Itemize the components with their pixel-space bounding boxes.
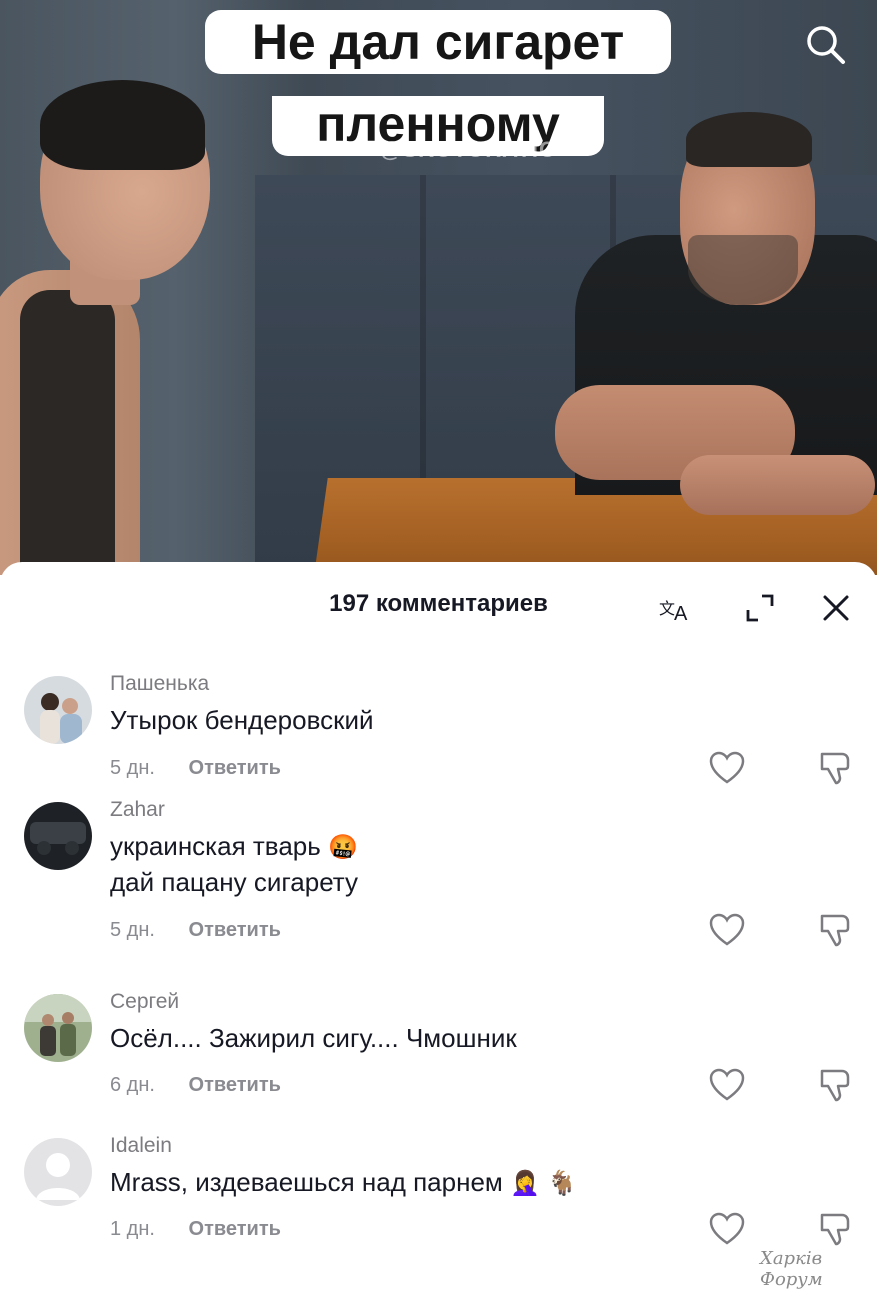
person-left-tanktop	[20, 290, 115, 575]
like-icon[interactable]	[708, 750, 746, 786]
comment-date: 6 дн.	[110, 1074, 155, 1096]
angry-emoji-icon: 🤬	[328, 834, 358, 861]
person-right-beard	[688, 235, 798, 305]
comment-text-line2: дай пацану сигарету	[110, 867, 359, 897]
reply-button[interactable]: Ответить	[189, 1074, 281, 1097]
expand-button[interactable]	[742, 590, 778, 626]
like-icon[interactable]	[708, 1211, 746, 1247]
comment-text-body: Mrass, издеваешься над парнем	[110, 1167, 503, 1197]
comment-text-line1: украинская тварь	[110, 831, 321, 861]
person-left-hair	[40, 80, 205, 170]
avatar[interactable]	[24, 1138, 92, 1206]
close-button[interactable]	[818, 590, 854, 626]
reply-button[interactable]: Ответить	[189, 1218, 281, 1241]
comment-meta: 5 дн. Ответить	[110, 757, 281, 780]
reply-button[interactable]: Ответить	[189, 757, 281, 780]
comment-date: 5 дн.	[110, 919, 155, 941]
like-icon[interactable]	[708, 1067, 746, 1103]
svg-text:A: A	[674, 603, 688, 625]
translate-icon: 文 A	[659, 599, 688, 625]
reply-button[interactable]: Ответить	[189, 919, 281, 942]
comment-username[interactable]: Пашенька	[110, 672, 209, 696]
facepalm-emoji-icon: 🤦‍♀️	[510, 1170, 540, 1197]
person-right-forearm	[680, 455, 875, 515]
like-icon[interactable]	[708, 912, 746, 948]
expand-icon	[746, 594, 774, 622]
search-button[interactable]	[800, 20, 850, 70]
dislike-icon[interactable]	[816, 750, 854, 786]
caption-line-1: Не дал сигарет	[205, 10, 671, 74]
video-watermark: @SKOTORATIO	[380, 137, 558, 162]
comment-meta: 6 дн. Ответить	[110, 1074, 281, 1097]
avatar[interactable]	[24, 802, 92, 870]
comment-meta: 5 дн. Ответить	[110, 919, 281, 942]
comment-text: Утырок бендеровский	[110, 705, 374, 735]
translate-button[interactable]: 文 A	[658, 590, 694, 626]
comment-date: 5 дн.	[110, 757, 155, 779]
forum-watermark: Харків Форум	[760, 1248, 823, 1290]
goat-emoji-icon: 🐐	[547, 1170, 578, 1197]
comment-text: Mrass, издеваешься над парнем 🤦‍♀️ 🐐	[110, 1164, 577, 1202]
comments-header: 197 комментариев 文 A	[0, 562, 877, 652]
comment-username[interactable]: Idalein	[110, 1134, 172, 1158]
comment-username[interactable]: Zahar	[110, 798, 165, 822]
dislike-icon[interactable]	[816, 1211, 854, 1247]
person-right-hair	[686, 112, 812, 167]
svg-text:文: 文	[659, 599, 675, 618]
avatar[interactable]	[24, 994, 92, 1062]
avatar[interactable]	[24, 676, 92, 744]
comment-text: украинская тварь 🤬	[110, 828, 358, 866]
comment-username[interactable]: Сергей	[110, 990, 179, 1014]
close-icon	[823, 595, 849, 621]
dislike-icon[interactable]	[816, 912, 854, 948]
search-icon	[807, 26, 845, 64]
video-frame[interactable]: Не дал сигарет пленному @SKOTORATIO	[0, 0, 877, 575]
comment-meta: 1 дн. Ответить	[110, 1218, 281, 1241]
comment-text: Осёл.... Зажирил сигу.... Чмошник	[110, 1023, 517, 1053]
dislike-icon[interactable]	[816, 1067, 854, 1103]
comment-date: 1 дн.	[110, 1218, 155, 1240]
